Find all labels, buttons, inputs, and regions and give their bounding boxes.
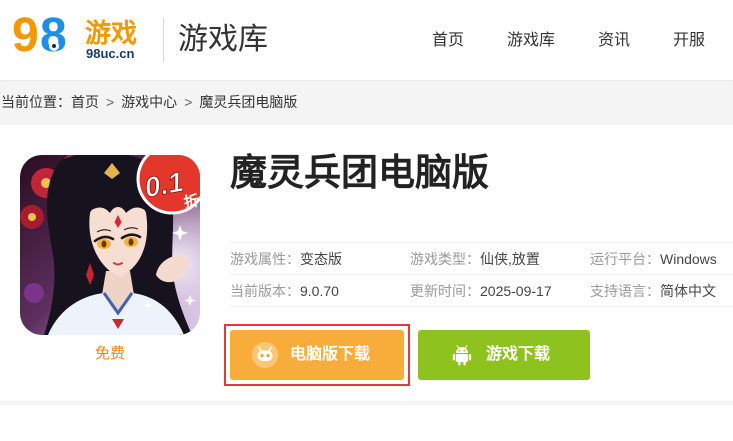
info-label: 支持语言：	[590, 282, 660, 299]
info-cell-attribute: 游戏属性： 变态版	[230, 243, 410, 274]
emulator-robot-icon	[252, 342, 278, 368]
info-label: 游戏类型：	[410, 250, 480, 267]
robot-head	[257, 350, 273, 361]
info-cell-platform: 运行平台： Windows	[590, 243, 733, 274]
info-value: 简体中文	[660, 282, 716, 299]
breadcrumb-prefix: 当前位置：	[1, 94, 71, 110]
nav-item-news[interactable]: 资讯	[598, 30, 630, 52]
pc-download-label: 电脑版下载	[290, 346, 371, 363]
logo-eye-pupil	[52, 44, 56, 48]
android-head	[456, 347, 468, 353]
site-logo[interactable]: 9 8 游戏 98uc.cn	[10, 8, 150, 68]
logo-domain: 98uc.cn	[86, 46, 135, 61]
info-cell-type: 游戏类型： 仙侠,放置	[410, 243, 590, 274]
main-nav: 首页 游戏库 资讯 开服	[432, 30, 705, 52]
breadcrumb-link-game-center[interactable]: 游戏中心	[121, 94, 177, 110]
info-value: 仙侠,放置	[480, 250, 540, 267]
breadcrumb-separator: >	[184, 94, 193, 110]
info-value: 2025-09-17	[480, 282, 552, 299]
eye-pupil	[128, 238, 134, 246]
nav-item-game-library[interactable]: 游戏库	[507, 30, 555, 52]
info-cell-language: 支持语言： 简体中文	[590, 275, 733, 306]
icon-artwork: 0.1 折	[20, 155, 200, 335]
game-icon[interactable]: 0.1 折	[20, 155, 200, 335]
header-divider	[163, 18, 164, 62]
info-value: 9.0.70	[300, 282, 339, 299]
breadcrumb-separator: >	[106, 94, 115, 110]
game-download-button[interactable]: 游戏下载	[418, 330, 590, 380]
logo-digit-nine: 9	[12, 9, 39, 62]
breadcrumb: 当前位置：首页 > 游戏中心 > 魔灵兵团电脑版	[1, 92, 297, 112]
android-leg	[458, 360, 461, 366]
info-row: 游戏属性： 变态版 游戏类型： 仙侠,放置 运行平台： Windows	[230, 242, 733, 274]
info-label: 运行平台：	[590, 250, 660, 267]
android-body	[456, 354, 468, 362]
game-title: 魔灵兵团电脑版	[230, 152, 489, 193]
site-header: 9 8 游戏 98uc.cn 游戏库 首页 游戏库 资讯 开服	[0, 0, 733, 80]
game-detail-card: 0.1 折 免费 魔灵兵团电脑版 游戏属性： 变态版 游戏类型： 仙侠,放置 运行平…	[0, 125, 733, 401]
game-info-grid: 游戏属性： 变态版 游戏类型： 仙侠,放置 运行平台： Windows 当前版本： 9.…	[230, 242, 733, 307]
logo-digit-eight: 8	[40, 9, 67, 62]
android-eye	[463, 349, 466, 352]
nav-item-server-open[interactable]: 开服	[673, 30, 705, 52]
game-download-label: 游戏下载	[486, 346, 551, 363]
breadcrumb-current[interactable]: 魔灵兵团电脑版	[199, 94, 297, 110]
info-row: 当前版本： 9.0.70 更新时间： 2025-09-17 支持语言： 简体中文	[230, 274, 733, 307]
eye-pupil	[101, 240, 107, 248]
info-value: 变态版	[300, 250, 342, 267]
info-cell-update-time: 更新时间： 2025-09-17	[410, 275, 590, 306]
logo-name: 游戏	[85, 18, 138, 48]
logo-eye-icon	[49, 41, 59, 51]
info-cell-version: 当前版本： 9.0.70	[230, 275, 410, 306]
next-section-card	[0, 405, 733, 441]
discount-badge: 0.1 折	[136, 155, 200, 215]
info-label: 游戏属性：	[230, 250, 300, 267]
info-label: 当前版本：	[230, 282, 300, 299]
badge-unit: 折	[182, 191, 200, 211]
nav-item-home[interactable]: 首页	[432, 30, 464, 52]
section-title: 游戏库	[178, 23, 268, 56]
info-label: 更新时间：	[410, 282, 480, 299]
android-arm	[468, 354, 472, 361]
robot-eye	[266, 354, 270, 358]
robot-eye	[260, 354, 264, 358]
price-label: 免费	[94, 345, 125, 362]
android-eye	[458, 349, 461, 352]
android-icon	[452, 345, 472, 366]
info-value: Windows	[660, 250, 717, 267]
flower-center	[28, 213, 36, 221]
breadcrumb-link-home[interactable]: 首页	[71, 94, 99, 110]
pc-download-button[interactable]: 电脑版下载	[230, 330, 404, 380]
flower	[24, 283, 44, 303]
android-arm	[452, 354, 456, 361]
android-leg	[463, 360, 466, 366]
